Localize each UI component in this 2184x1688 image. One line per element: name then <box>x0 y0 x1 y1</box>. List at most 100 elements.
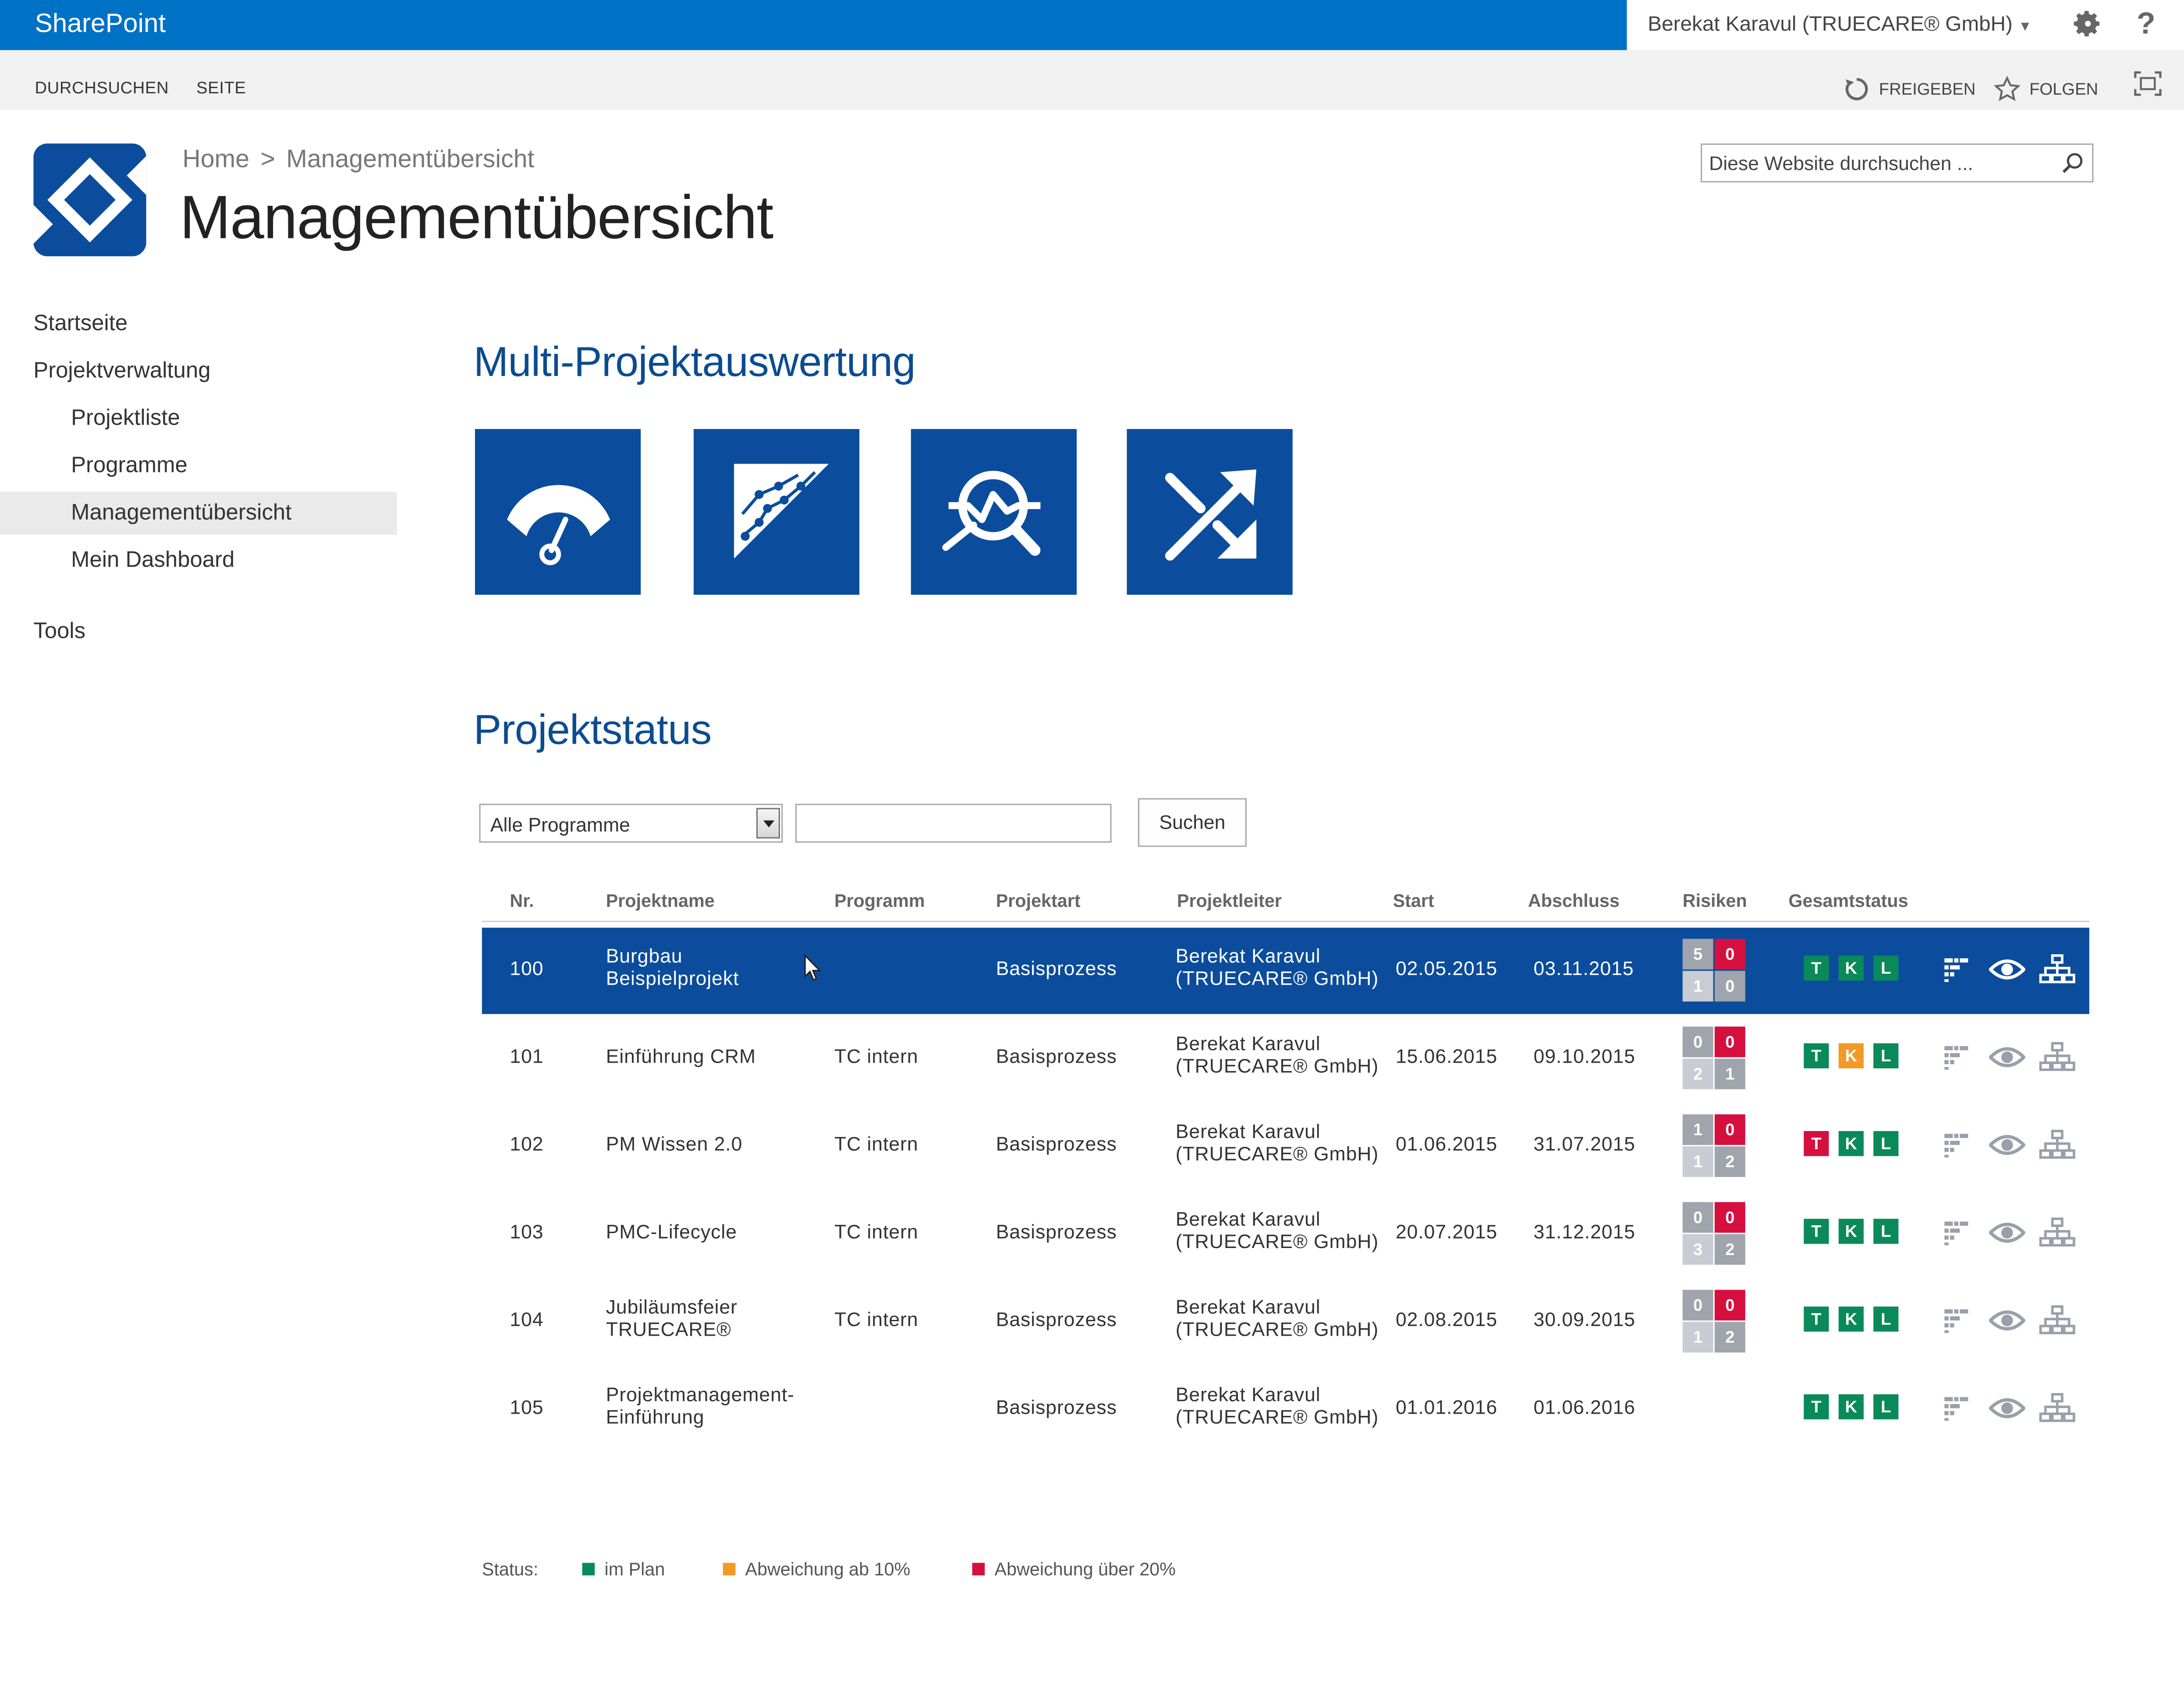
table-row[interactable]: 102 PM Wissen 2.0 TC intern Basisprozess Ber… <box>482 1103 2089 1189</box>
tile-shuffle[interactable] <box>1127 429 1293 595</box>
risk-count: 0 <box>1714 1026 1745 1057</box>
status-badge-l: L <box>1873 1131 1899 1156</box>
project-name-line2: Einführung <box>606 1405 705 1428</box>
table-row[interactable]: 105 Projektmanagement- Einführung Basisproz… <box>482 1366 2089 1453</box>
status-badge-k: K <box>1838 1394 1864 1419</box>
table-row[interactable]: 104 Jubiläumsfeier TRUECARE® TC intern Basis… <box>482 1279 2089 1365</box>
status-indicators: TKL <box>1804 1131 1899 1156</box>
gantt-icon[interactable] <box>1943 1307 1971 1335</box>
risk-matrix[interactable]: 0021 <box>1682 1026 1745 1089</box>
nav-item-projektliste[interactable]: Projektliste <box>71 407 180 432</box>
hierarchy-icon[interactable] <box>2039 1305 2075 1336</box>
user-name[interactable]: Berekat Karavul (TRUECARE® GmbH) <box>1648 13 2013 36</box>
column-header-nr[interactable]: Nr. <box>510 890 534 911</box>
tab-page[interactable]: SEITE <box>196 78 246 98</box>
gantt-icon[interactable] <box>1943 1394 1971 1422</box>
search-input[interactable] <box>1709 152 2050 174</box>
project-start: 02.08.2015 <box>1395 1308 1498 1330</box>
row-actions <box>1943 1217 2075 1248</box>
program-filter-select[interactable]: Alle Programme <box>479 804 783 843</box>
project-programm: TC intern <box>834 1308 918 1330</box>
nav-item-projektverwaltung[interactable]: Projektverwaltung <box>33 359 210 384</box>
tile-analysis[interactable] <box>911 429 1077 595</box>
eye-icon[interactable] <box>1989 1131 2025 1159</box>
dropdown-arrow-icon[interactable] <box>756 808 780 839</box>
project-leiter-line1: Berekat Karavul <box>1175 1295 1321 1318</box>
nav-item-managementuebersicht[interactable]: Managementübersicht <box>71 501 291 526</box>
gantt-icon[interactable] <box>1943 1219 1971 1247</box>
project-ende: 09.10.2015 <box>1533 1044 1635 1067</box>
project-start: 01.01.2016 <box>1395 1395 1498 1418</box>
status-badge-t: T <box>1804 955 1829 981</box>
column-header-start[interactable]: Start <box>1393 890 1434 911</box>
column-header-programm[interactable]: Programm <box>834 890 925 911</box>
filter-text-input[interactable] <box>795 804 1112 843</box>
column-header-gesamtstatus[interactable]: Gesamtstatus <box>1788 890 1908 911</box>
hierarchy-icon[interactable] <box>2039 1130 2075 1160</box>
column-header-projektname[interactable]: Projektname <box>606 890 715 911</box>
search-button[interactable]: Suchen <box>1138 798 1247 847</box>
follow-button[interactable]: FOLGEN <box>1993 75 2098 103</box>
share-button[interactable]: FREIGEBEN <box>1843 75 1975 103</box>
nav-item-mein-dashboard[interactable]: Mein Dashboard <box>71 549 234 574</box>
eye-icon[interactable] <box>1989 1307 2025 1335</box>
project-name: Einführung CRM <box>606 1045 756 1067</box>
breadcrumb-current[interactable]: Managementübersicht <box>286 145 534 173</box>
column-header-risiken[interactable]: Risiken <box>1683 890 1747 911</box>
project-start: 01.06.2015 <box>1395 1132 1498 1155</box>
tile-gauge[interactable] <box>475 429 641 595</box>
search-icon[interactable] <box>2061 152 2084 174</box>
hierarchy-icon[interactable] <box>2039 1217 2075 1248</box>
risk-count: 0 <box>1714 971 1745 1002</box>
table-row[interactable]: 101 Einführung CRM TC intern Basisprozess Be… <box>482 1015 2089 1102</box>
risk-count: 5 <box>1682 939 1713 970</box>
eye-icon[interactable] <box>1989 1219 2025 1247</box>
project-ende: 31.12.2015 <box>1533 1220 1635 1243</box>
risk-count: 1 <box>1682 1114 1713 1145</box>
risk-count: 1 <box>1682 1146 1713 1177</box>
gantt-icon[interactable] <box>1943 956 1971 984</box>
help-icon[interactable]: ? <box>2137 6 2156 42</box>
project-leiter: Berekat Karavul (TRUECARE® GmbH) <box>1176 1120 1379 1165</box>
hierarchy-icon[interactable] <box>2039 1042 2075 1073</box>
table-row[interactable]: 103 PMC-Lifecycle TC intern Basisprozess Ber… <box>482 1191 2089 1277</box>
chevron-down-icon[interactable]: ▼ <box>2018 20 2032 35</box>
eye-icon[interactable] <box>1989 956 2025 984</box>
nav-item-startseite[interactable]: Startseite <box>33 312 128 337</box>
risk-matrix[interactable]: 0032 <box>1682 1202 1745 1265</box>
risk-matrix[interactable]: 5010 <box>1682 939 1745 1002</box>
eye-icon[interactable] <box>1989 1043 2025 1071</box>
project-art: Basisprozess <box>996 1132 1117 1155</box>
status-badge-l: L <box>1873 955 1899 981</box>
risk-matrix[interactable]: 0012 <box>1682 1290 1745 1353</box>
legend-text-im-plan: im Plan <box>604 1558 665 1580</box>
row-actions <box>1943 954 2075 985</box>
project-programm: TC intern <box>834 1132 918 1155</box>
column-header-abschluss[interactable]: Abschluss <box>1528 890 1620 911</box>
project-ende: 31.07.2015 <box>1533 1132 1635 1155</box>
breadcrumb-home[interactable]: Home <box>182 145 249 173</box>
tile-trend-chart[interactable] <box>693 429 860 595</box>
site-logo[interactable] <box>33 143 146 256</box>
project-number: 101 <box>510 1044 544 1067</box>
nav-item-programme[interactable]: Programme <box>71 454 188 479</box>
legend-swatch-orange <box>723 1563 736 1575</box>
risk-matrix[interactable]: 1012 <box>1682 1114 1745 1177</box>
gantt-icon[interactable] <box>1943 1131 1971 1159</box>
hierarchy-icon[interactable] <box>2039 954 2075 985</box>
risk-count: 2 <box>1714 1146 1745 1177</box>
hierarchy-icon[interactable] <box>2039 1393 2075 1424</box>
table-row[interactable]: 100 Burgbau Beispielprojekt Basisprozess Ber… <box>482 927 2089 1014</box>
column-header-projektart[interactable]: Projektart <box>996 890 1081 911</box>
app-title[interactable]: SharePoint <box>35 10 166 40</box>
project-name-line1: PMC-Lifecycle <box>606 1220 737 1243</box>
column-header-projektleiter[interactable]: Projektleiter <box>1177 890 1282 911</box>
project-leiter-line2: (TRUECARE® GmbH) <box>1175 1054 1379 1077</box>
nav-item-tools[interactable]: Tools <box>33 620 85 645</box>
gear-icon[interactable] <box>2073 8 2103 39</box>
user-menu[interactable]: Berekat Karavul (TRUECARE® GmbH) ▼ <box>1648 13 2032 36</box>
focus-on-content-icon[interactable] <box>2134 71 2162 96</box>
gantt-icon[interactable] <box>1943 1043 1971 1071</box>
eye-icon[interactable] <box>1989 1394 2025 1422</box>
tab-browse[interactable]: DURCHSUCHEN <box>35 78 169 98</box>
